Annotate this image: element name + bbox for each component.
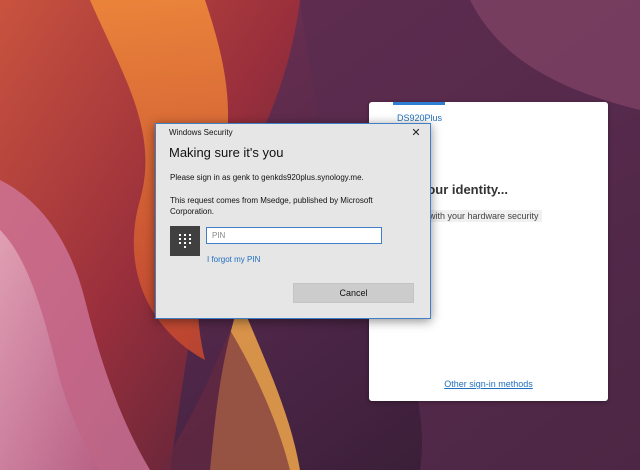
dialog-titlebar[interactable]: Windows Security ✕ <box>156 124 430 142</box>
host-label: DS920Plus <box>397 113 443 123</box>
forgot-pin-link[interactable]: I forgot my PIN <box>207 255 260 264</box>
accent-bar <box>393 102 445 105</box>
windows-security-dialog: Windows Security ✕ Making sure it's you … <box>155 123 431 319</box>
close-icon[interactable]: ✕ <box>408 126 424 140</box>
other-sign-in-methods-link[interactable]: Other sign-in methods <box>369 379 608 389</box>
sign-in-instruction: Please sign in as genk to genkds920plus.… <box>170 173 364 182</box>
pin-input[interactable] <box>206 227 382 244</box>
dialog-headline: Making sure it's you <box>169 145 284 160</box>
cancel-button[interactable]: Cancel <box>293 283 414 303</box>
request-source-text: This request comes from Msedge, publishe… <box>170 196 373 216</box>
dialog-title: Windows Security <box>169 128 233 137</box>
keypad-icon <box>170 226 200 256</box>
